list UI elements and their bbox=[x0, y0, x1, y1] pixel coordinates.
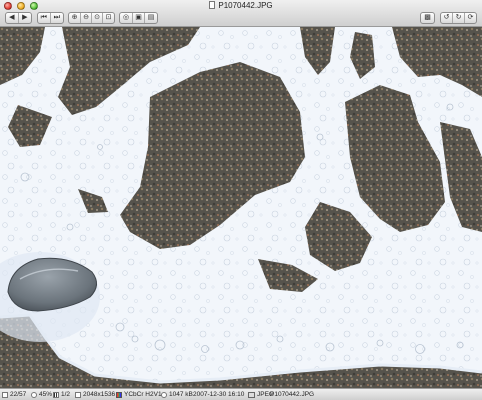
zoom-out-button[interactable]: ⊖ bbox=[81, 13, 92, 23]
rotate-right-icon: ↻ bbox=[455, 14, 462, 21]
page-icon bbox=[53, 391, 59, 398]
refresh-icon: ⟳ bbox=[467, 14, 474, 21]
slideshow-button[interactable]: ◎ bbox=[120, 13, 133, 23]
prev-icon: ◀ bbox=[9, 14, 15, 21]
color-space-icon bbox=[116, 391, 122, 398]
status-dimensions-text: 2048x1536 bbox=[83, 391, 116, 398]
doc-icon bbox=[209, 1, 216, 9]
status-page: 1/2 bbox=[53, 389, 70, 400]
rotate-left-icon: ↺ bbox=[443, 14, 450, 21]
dimensions-icon bbox=[75, 391, 81, 398]
index-view-button[interactable]: ▤ bbox=[145, 13, 157, 23]
status-color: YCbCr H2V1 bbox=[116, 389, 162, 400]
jump-group: ⏮ ⏭ bbox=[37, 12, 64, 24]
fit-to-window-button[interactable]: ⊡ bbox=[103, 13, 114, 23]
zoom-icon bbox=[31, 391, 37, 398]
index-view-icon: ▤ bbox=[147, 14, 155, 21]
browser-group: ▩ bbox=[420, 12, 435, 24]
zoom-group: ⊕ ⊖ ⊙ ⊡ bbox=[68, 12, 115, 24]
status-dimensions: 2048x1536 bbox=[75, 389, 115, 400]
rotate-group: ↺ ↻ ⟳ bbox=[440, 12, 477, 24]
window-title-text: P1070442.JPG bbox=[218, 1, 273, 10]
window-title: P1070442.JPG bbox=[0, 1, 482, 11]
browser-icon: ▩ bbox=[424, 14, 431, 21]
actual-size-button[interactable]: ⊙ bbox=[92, 13, 103, 23]
image-canvas[interactable] bbox=[0, 27, 482, 388]
status-filename: P1070442.JPG bbox=[270, 389, 314, 400]
title-bar: P1070442.JPG ◀ ▶ ⏮ ⏭ ⊕ ⊖ ⊙ ⊡ ◎ ▣ ▤ ▩ ↺ ↻… bbox=[0, 0, 482, 27]
format-icon bbox=[248, 391, 255, 398]
status-index: 22/57 bbox=[2, 389, 26, 400]
beach-foam-photo bbox=[0, 27, 482, 388]
first-icon: ⏮ bbox=[40, 14, 47, 21]
status-size: 1047 kB bbox=[161, 389, 193, 400]
file-size-icon bbox=[161, 391, 167, 398]
prev-image-button[interactable]: ◀ bbox=[6, 13, 19, 23]
single-view-button[interactable]: ▣ bbox=[133, 13, 145, 23]
single-view-icon: ▣ bbox=[135, 14, 142, 21]
slideshow-icon: ◎ bbox=[122, 14, 130, 21]
browser-button[interactable]: ▩ bbox=[421, 13, 434, 23]
status-color-text: YCbCr H2V1 bbox=[124, 391, 162, 398]
status-bar: 22/57 45% 1/2 2048x1536 YCbCr H2V1 1047 … bbox=[0, 388, 482, 400]
first-image-button[interactable]: ⏮ bbox=[38, 13, 51, 23]
next-image-button[interactable]: ▶ bbox=[19, 13, 31, 23]
status-size-text: 1047 kB bbox=[169, 391, 193, 398]
rotate-left-button[interactable]: ↺ bbox=[441, 13, 453, 23]
status-datetime: 2007-12-30 16:10 bbox=[193, 389, 244, 400]
viewer-window: P1070442.JPG ◀ ▶ ⏮ ⏭ ⊕ ⊖ ⊙ ⊡ ◎ ▣ ▤ ▩ ↺ ↻… bbox=[0, 0, 482, 400]
last-icon: ⏭ bbox=[53, 14, 60, 21]
rotate-right-button[interactable]: ↻ bbox=[453, 13, 465, 23]
zoom-in-icon: ⊕ bbox=[71, 14, 78, 21]
next-icon: ▶ bbox=[22, 14, 28, 21]
status-zoom: 45% bbox=[31, 389, 52, 400]
status-index-text: 22/57 bbox=[10, 391, 27, 398]
zoom-in-button[interactable]: ⊕ bbox=[69, 13, 81, 23]
index-icon bbox=[2, 391, 8, 398]
zoom-out-icon: ⊖ bbox=[83, 14, 89, 21]
view-group: ◎ ▣ ▤ bbox=[119, 12, 158, 24]
last-image-button[interactable]: ⏭ bbox=[51, 13, 63, 23]
status-datetime-text: 2007-12-30 16:10 bbox=[193, 391, 245, 398]
toolbar: ◀ ▶ ⏮ ⏭ ⊕ ⊖ ⊙ ⊡ ◎ ▣ ▤ ▩ ↺ ↻ ⟳ bbox=[0, 12, 482, 25]
fit-icon: ⊡ bbox=[105, 14, 112, 21]
refresh-button[interactable]: ⟳ bbox=[465, 13, 476, 23]
status-filename-text: P1070442.JPG bbox=[270, 391, 315, 398]
actual-size-icon: ⊙ bbox=[94, 14, 100, 21]
status-page-text: 1/2 bbox=[61, 391, 71, 398]
nav-group: ◀ ▶ bbox=[5, 12, 32, 24]
status-zoom-text: 45% bbox=[39, 391, 53, 398]
